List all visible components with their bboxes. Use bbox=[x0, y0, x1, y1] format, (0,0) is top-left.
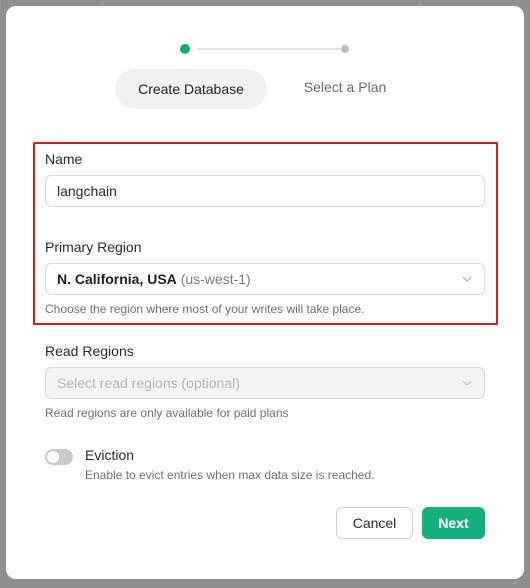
step-connector bbox=[197, 48, 341, 50]
highlight-box bbox=[33, 142, 498, 325]
read-regions-select[interactable]: Select read regions (optional) bbox=[45, 367, 485, 399]
cancel-button[interactable]: Cancel bbox=[336, 507, 413, 539]
next-button[interactable]: Next bbox=[422, 507, 485, 539]
read-regions-placeholder: Select read regions (optional) bbox=[57, 375, 240, 391]
eviction-label: Eviction bbox=[85, 447, 135, 463]
primary-region-label: Primary Region bbox=[45, 239, 142, 255]
name-input[interactable] bbox=[57, 177, 457, 205]
primary-region-code: (us-west-1) bbox=[180, 271, 251, 287]
eviction-description: Enable to evict entries when max data si… bbox=[85, 468, 375, 482]
step-indicator-inactive bbox=[341, 45, 349, 53]
chevron-down-icon bbox=[462, 276, 472, 282]
toggle-knob bbox=[47, 451, 59, 463]
name-field-container bbox=[45, 175, 485, 207]
primary-region-help: Choose the region where most of your wri… bbox=[45, 302, 365, 316]
eviction-toggle[interactable] bbox=[45, 449, 73, 465]
chevron-down-icon bbox=[462, 380, 472, 386]
create-database-dialog: Create Database Select a Plan Name Prima… bbox=[6, 6, 524, 579]
step-indicator-active bbox=[180, 44, 190, 54]
primary-region-value: N. California, USA bbox=[57, 271, 177, 287]
primary-region-select[interactable]: N. California, USA (us-west-1) bbox=[45, 263, 485, 295]
name-label: Name bbox=[45, 151, 83, 167]
read-regions-label: Read Regions bbox=[45, 343, 134, 359]
backdrop-divider bbox=[0, 0, 1, 6]
step-tab-select-plan[interactable]: Select a Plan bbox=[286, 69, 404, 109]
read-regions-help: Read regions are only available for paid… bbox=[45, 406, 289, 420]
step-tab-create-database[interactable]: Create Database bbox=[115, 69, 267, 109]
